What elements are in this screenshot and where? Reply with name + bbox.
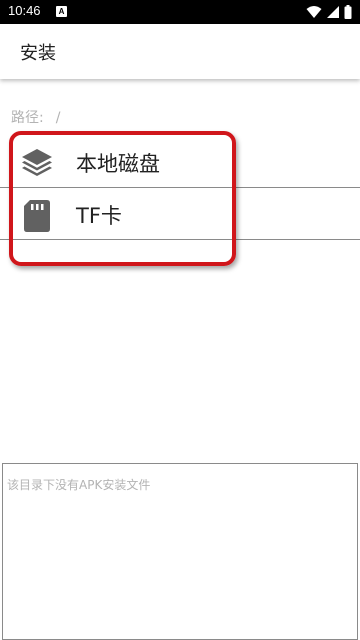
battery-icon xyxy=(344,5,352,19)
app-bar: 安装 xyxy=(0,24,360,79)
empty-list-message: 该目录下没有APK安装文件 xyxy=(7,478,151,492)
layers-icon xyxy=(22,149,52,176)
path-label: 路径: xyxy=(11,110,44,126)
status-icons xyxy=(306,5,352,19)
path-row: 路径: / xyxy=(11,107,60,127)
storage-item-local-disk[interactable]: 本地磁盘 xyxy=(0,136,360,188)
path-value: / xyxy=(55,110,61,126)
notification-icon: A xyxy=(56,6,67,17)
wifi-icon xyxy=(306,6,322,18)
page-title: 安装 xyxy=(20,43,56,64)
status-bar: 10:46 A xyxy=(0,0,360,24)
apk-file-list[interactable]: 该目录下没有APK安装文件 xyxy=(2,463,358,640)
storage-item-tf-card[interactable]: TF卡 xyxy=(0,188,360,240)
storage-item-label: TF卡 xyxy=(76,204,122,228)
signal-icon xyxy=(327,6,339,18)
storage-list: 本地磁盘 TF卡 xyxy=(0,136,360,240)
storage-item-label: 本地磁盘 xyxy=(76,152,160,176)
sd-card-icon xyxy=(24,200,50,232)
status-time: 10:46 xyxy=(8,3,41,18)
